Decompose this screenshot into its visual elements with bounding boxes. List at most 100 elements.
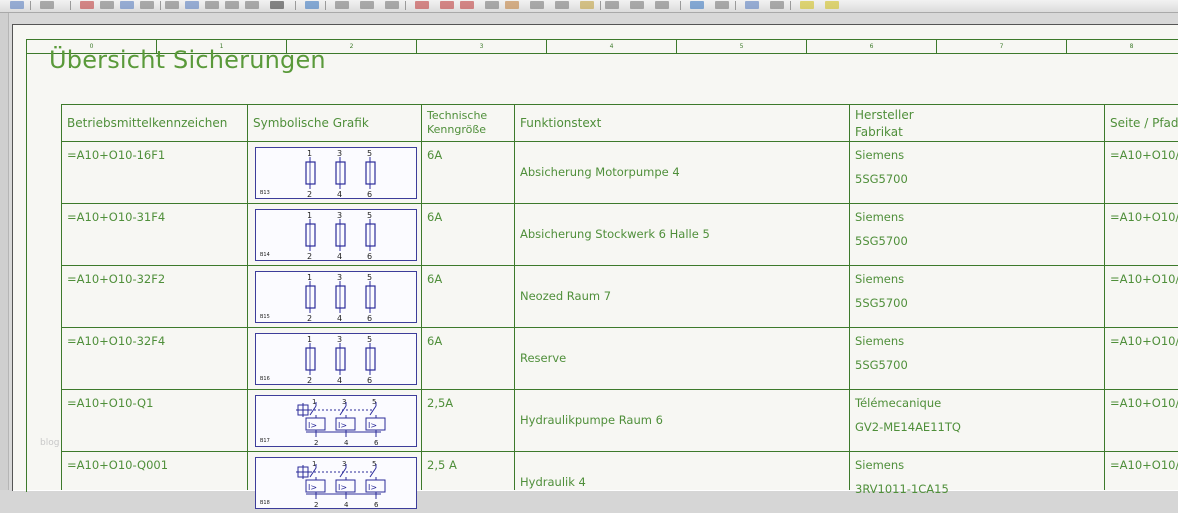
toolbar-button-3[interactable] (100, 1, 114, 9)
toolbar-button-1[interactable] (40, 1, 54, 9)
terminal-label: 4 (337, 314, 342, 322)
terminal-label: 6 (367, 252, 372, 260)
fuse-element (305, 347, 316, 371)
function-text: Reserve (520, 351, 567, 365)
toolbar-button-21[interactable] (530, 1, 544, 9)
circuit-breaker-symbol-graphic: 1 I> 2 3 I> 4 5 I> 6 B18 (255, 457, 417, 509)
rated-value: 6A (427, 334, 443, 348)
product-model: 5SG5700 (855, 358, 908, 372)
toolbar-button-16[interactable] (415, 1, 429, 9)
product-model: 5SG5700 (855, 172, 908, 186)
table-top-border (61, 104, 1178, 105)
toolbar-button-20[interactable] (505, 1, 519, 9)
fuse-element (305, 285, 316, 309)
terminal-label: 4 (344, 501, 349, 508)
header-hersteller: Hersteller (855, 108, 914, 122)
circuit-breaker-symbol-graphic: 1 I> 2 3 I> 4 5 I> 6 B17 (255, 395, 417, 447)
terminal-label: 2 (307, 252, 312, 260)
terminal-label: 2 (307, 314, 312, 322)
function-text: Hydraulikpumpe Raum 6 (520, 413, 663, 427)
terminal-label: 5 (367, 149, 372, 158)
table-row[interactable] (61, 327, 1178, 389)
toolbar-button-10[interactable] (245, 1, 259, 9)
terminal-label: 1 (307, 149, 312, 158)
toolbar-button-4[interactable] (120, 1, 134, 9)
toolbar-button-15[interactable] (385, 1, 399, 9)
toolbar-button-0[interactable] (10, 1, 24, 9)
toolbar-button-7[interactable] (185, 1, 199, 9)
device-tag: =A10+O10-Q1 (67, 396, 154, 410)
product-model: 5SG5700 (855, 234, 908, 248)
toolbar-button-25[interactable] (630, 1, 644, 9)
toolbar-button-31[interactable] (800, 1, 814, 9)
toolbar-button-9[interactable] (225, 1, 239, 9)
toolbar-separator (325, 1, 326, 10)
fuse-element (335, 161, 346, 185)
table-row[interactable] (61, 451, 1178, 513)
toolbar-button-32[interactable] (825, 1, 839, 9)
toolbar-button-22[interactable] (555, 1, 569, 9)
table-row[interactable] (61, 265, 1178, 327)
toolbar-button-11[interactable] (270, 1, 284, 9)
toolbar-button-24[interactable] (605, 1, 619, 9)
device-tag: =A10+O10-Q001 (67, 458, 169, 472)
terminal-label: 1 (307, 335, 312, 344)
fuse-element (305, 223, 316, 247)
function-text: Neozed Raum 7 (520, 289, 612, 303)
device-tag: =A10+O10-31F4 (67, 210, 166, 224)
toolbar-button-6[interactable] (165, 1, 179, 9)
terminal-label: 2 (314, 501, 318, 508)
header-seite-pfad: Seite / Pfad (1110, 116, 1178, 130)
fuse-symbol-graphic: 1 2 3 4 5 6 B14 (255, 209, 417, 261)
header-betriebsmittelkennzeichen: Betriebsmittelkennzeichen (67, 116, 228, 130)
toolbar-button-8[interactable] (205, 1, 219, 9)
toolbar-button-12[interactable] (305, 1, 319, 9)
toolbar-button-28[interactable] (715, 1, 729, 9)
rated-value: 2,5 A (427, 458, 457, 472)
terminal-label: 5 (367, 211, 372, 220)
symbol-label: B17 (260, 438, 270, 444)
toolbar-button-23[interactable] (580, 1, 594, 9)
page-path: =A10+O10/ (1110, 396, 1178, 410)
manufacturer: Siemens (855, 458, 905, 472)
terminal-label: 4 (344, 439, 349, 446)
symbol-label: B13 (260, 190, 270, 196)
toolbar-button-27[interactable] (690, 1, 704, 9)
fuse-symbol-graphic: 1 2 3 4 5 6 B15 (255, 271, 417, 323)
function-text: Absicherung Stockwerk 6 Halle 5 (520, 227, 710, 241)
product-model: GV2-ME14AE11TQ (855, 420, 961, 434)
toolbar-button-19[interactable] (485, 1, 499, 9)
manufacturer: Siemens (855, 272, 905, 286)
terminal-label: 2 (314, 439, 318, 446)
terminal-label: 2 (307, 190, 312, 198)
symbol-label: B18 (260, 500, 270, 506)
toolbar-button-14[interactable] (360, 1, 374, 9)
toolbar-separator (405, 1, 406, 10)
terminal-label: 4 (337, 252, 342, 260)
manufacturer: Siemens (855, 210, 905, 224)
header-kenngroesse: Kenngröße (427, 123, 487, 136)
product-model: 3RV1011-1CA15 (855, 482, 949, 496)
device-tag: =A10+O10-32F4 (67, 334, 166, 348)
product-model: 5SG5700 (855, 296, 908, 310)
toolbar-button-29[interactable] (745, 1, 759, 9)
page-path: =A10+O10/ (1110, 148, 1178, 162)
terminal-label: 6 (374, 501, 379, 508)
toolbar-button-5[interactable] (140, 1, 154, 9)
page-path: =A10+O10/ (1110, 210, 1178, 224)
fuse-element (365, 161, 376, 185)
terminal-label: 3 (337, 149, 342, 158)
header-funktionstext: Funktionstext (520, 116, 602, 130)
toolbar-button-26[interactable] (655, 1, 669, 9)
svg-text:I>: I> (308, 421, 317, 430)
terminal-label: 3 (337, 211, 342, 220)
toolbar-button-13[interactable] (335, 1, 349, 9)
toolbar-button-17[interactable] (440, 1, 454, 9)
toolbar-separator (30, 1, 31, 10)
terminal-label: 1 (307, 273, 312, 282)
ruler-column-5: 5 (677, 40, 807, 53)
fuse-element (365, 285, 376, 309)
toolbar-button-30[interactable] (770, 1, 784, 9)
toolbar-button-18[interactable] (460, 1, 474, 9)
toolbar-button-2[interactable] (80, 1, 94, 9)
